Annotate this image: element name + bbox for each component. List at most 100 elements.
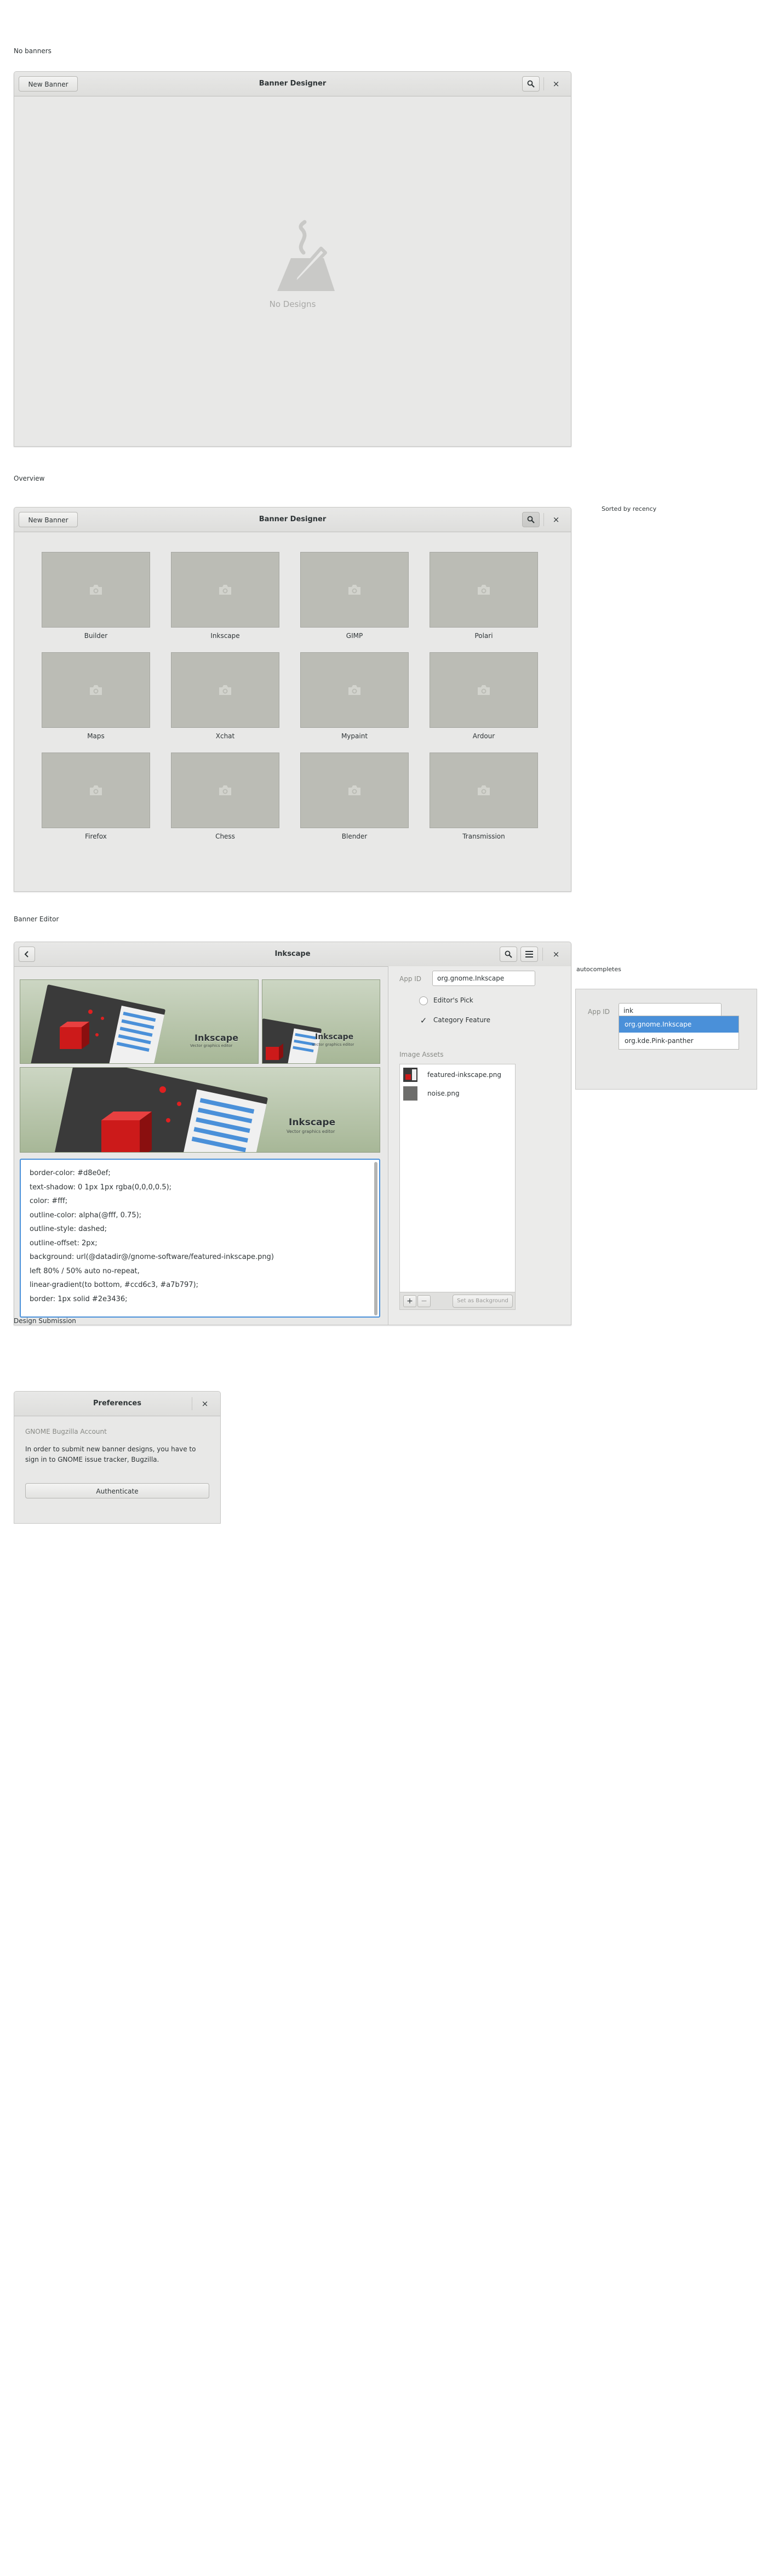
close-button[interactable]: × bbox=[550, 947, 563, 962]
banner-tile[interactable] bbox=[430, 552, 538, 628]
camera-icon bbox=[90, 685, 102, 695]
banner-tile-label: Chess bbox=[215, 833, 235, 840]
banner-tile[interactable] bbox=[42, 652, 150, 728]
banner-tile[interactable] bbox=[171, 753, 279, 828]
headerbar-separator bbox=[542, 948, 543, 961]
close-button[interactable]: × bbox=[550, 76, 563, 92]
set-as-background-button[interactable]: Set as Background bbox=[453, 1295, 513, 1308]
banner-tile-label: Inkscape bbox=[210, 632, 240, 640]
autocompletes-note: autocompletes bbox=[576, 966, 621, 973]
asset-name: featured-inkscape.png bbox=[427, 1071, 502, 1079]
banner-preview-large: Inkscape Vector graphics editor bbox=[20, 1067, 380, 1153]
camera-icon bbox=[478, 585, 490, 595]
window-title: Banner Designer bbox=[259, 515, 327, 523]
camera-icon bbox=[478, 685, 490, 695]
camera-icon bbox=[219, 585, 231, 595]
headerbar-separator bbox=[543, 513, 544, 526]
search-icon bbox=[505, 950, 512, 958]
banner-title: Inkscape bbox=[194, 1033, 239, 1043]
editors-pick-checkbox[interactable] bbox=[419, 996, 428, 1005]
banner-designer-window-empty: New Banner Banner Designer × No Designs bbox=[14, 71, 571, 447]
banner-tile[interactable] bbox=[171, 652, 279, 728]
authenticate-button[interactable]: Authenticate bbox=[25, 1483, 209, 1498]
headerbar: New Banner Banner Designer × bbox=[14, 508, 571, 532]
section-label-banner-editor: Banner Editor bbox=[14, 915, 59, 923]
bugzilla-section-label: GNOME Bugzilla Account bbox=[25, 1428, 107, 1435]
camera-icon bbox=[90, 585, 102, 595]
banner-tile[interactable] bbox=[42, 753, 150, 828]
close-icon: × bbox=[201, 1399, 209, 1409]
css-line: left 80% / 50% auto no-repeat, bbox=[30, 1267, 140, 1275]
banner-tile-label: GIMP bbox=[346, 632, 363, 640]
new-banner-button[interactable]: New Banner bbox=[19, 512, 78, 527]
image-assets-label: Image Assets bbox=[399, 1051, 444, 1058]
banner-title: Inkscape bbox=[315, 1033, 354, 1041]
asset-row-noise[interactable]: noise.png bbox=[400, 1084, 515, 1103]
css-editor-textview[interactable]: border-color: #d8e0ef; text-shadow: 0 1px… bbox=[20, 1159, 380, 1318]
app-id-entry[interactable]: org.gnome.Inkscape bbox=[432, 971, 535, 986]
asset-toolbar: + − Set as Background bbox=[399, 1292, 516, 1310]
add-asset-button[interactable]: + bbox=[403, 1295, 416, 1307]
banner-tile[interactable] bbox=[430, 652, 538, 728]
autocomplete-popup: org.gnome.Inkscape org.kde.Pink-panther bbox=[619, 1016, 739, 1050]
hamburger-menu-icon bbox=[525, 951, 533, 958]
banner-tile[interactable] bbox=[300, 552, 409, 628]
asset-row-featured-inkscape[interactable]: featured-inkscape.png bbox=[400, 1065, 515, 1084]
section-label-overview: Overview bbox=[14, 475, 45, 482]
search-button[interactable] bbox=[522, 512, 540, 527]
app-id-label: App ID bbox=[399, 975, 422, 983]
new-banner-button[interactable]: New Banner bbox=[19, 76, 78, 92]
bugzilla-message-line-1: In order to submit new banner designs, y… bbox=[25, 1445, 196, 1453]
autocomplete-option[interactable]: org.kde.Pink-panther bbox=[619, 1033, 739, 1049]
css-line: background: url(@datadir@/gnome-software… bbox=[30, 1253, 274, 1261]
camera-icon bbox=[90, 785, 102, 795]
headerbar-separator bbox=[543, 77, 544, 90]
autocomplete-option[interactable]: org.gnome.Inkscape bbox=[619, 1016, 739, 1033]
remove-asset-button[interactable]: − bbox=[417, 1295, 431, 1307]
bugzilla-message-line-2: sign in to GNOME issue tracker, Bugzilla… bbox=[25, 1456, 159, 1463]
search-icon bbox=[527, 80, 535, 88]
close-icon: × bbox=[552, 949, 560, 959]
banner-preview-wide: Inkscape Vector graphics editor bbox=[20, 979, 259, 1064]
css-lines: border-color: #d8e0ef; text-shadow: 0 1px… bbox=[30, 1166, 370, 1306]
banner-tile[interactable] bbox=[300, 652, 409, 728]
banner-preview-narrow: Inkscape Vector graphics editor bbox=[262, 979, 380, 1064]
banner-tile[interactable] bbox=[171, 552, 279, 628]
camera-icon bbox=[219, 685, 231, 695]
banner-tile[interactable] bbox=[42, 552, 150, 628]
banner-tile-label: Blender bbox=[341, 833, 368, 840]
camera-icon bbox=[348, 685, 360, 695]
close-icon: × bbox=[552, 79, 560, 89]
back-icon bbox=[24, 951, 28, 958]
css-line: text-shadow: 0 1px 1px rgba(0,0,0,0.5); bbox=[30, 1183, 172, 1192]
camera-icon bbox=[348, 785, 360, 795]
banner-tile-label: Firefox bbox=[85, 833, 107, 840]
banner-subtitle: Vector graphics editor bbox=[287, 1129, 335, 1134]
empty-state-label: No Designs bbox=[269, 299, 316, 309]
app-id-label: App ID bbox=[588, 1008, 610, 1016]
window-title: Banner Designer bbox=[259, 79, 327, 88]
banner-tile-label: Ardour bbox=[472, 732, 495, 740]
image-assets-list: featured-inkscape.png noise.png bbox=[399, 1064, 516, 1292]
sorted-by-recency-note: Sorted by recency bbox=[602, 505, 657, 512]
css-line: outline-offset: 2px; bbox=[30, 1239, 98, 1247]
menu-button[interactable] bbox=[520, 947, 538, 962]
close-button[interactable]: × bbox=[198, 1396, 211, 1411]
search-button[interactable] bbox=[500, 947, 517, 962]
category-feature-checkbox[interactable]: ✓ bbox=[419, 1016, 428, 1025]
banner-tile[interactable] bbox=[430, 753, 538, 828]
inkscape-screenshot bbox=[31, 984, 165, 1063]
css-scrollbar[interactable] bbox=[374, 1162, 377, 1315]
css-line: outline-color: alpha(@fff, 0.75); bbox=[30, 1211, 142, 1219]
search-button[interactable] bbox=[522, 76, 540, 92]
section-label-no-banners: No banners bbox=[14, 47, 51, 55]
camera-icon bbox=[478, 785, 490, 795]
inkscape-screenshot bbox=[52, 1068, 268, 1152]
back-button[interactable] bbox=[19, 947, 35, 962]
close-button[interactable]: × bbox=[550, 512, 563, 527]
edit-icon bbox=[277, 220, 335, 291]
headerbar: New Banner Banner Designer × bbox=[14, 72, 571, 96]
banner-editor-window: Inkscape × Inkscape Vector graphics edit… bbox=[14, 942, 571, 1325]
banner-subtitle: Vector graphics editor bbox=[312, 1042, 354, 1047]
banner-tile[interactable] bbox=[300, 753, 409, 828]
